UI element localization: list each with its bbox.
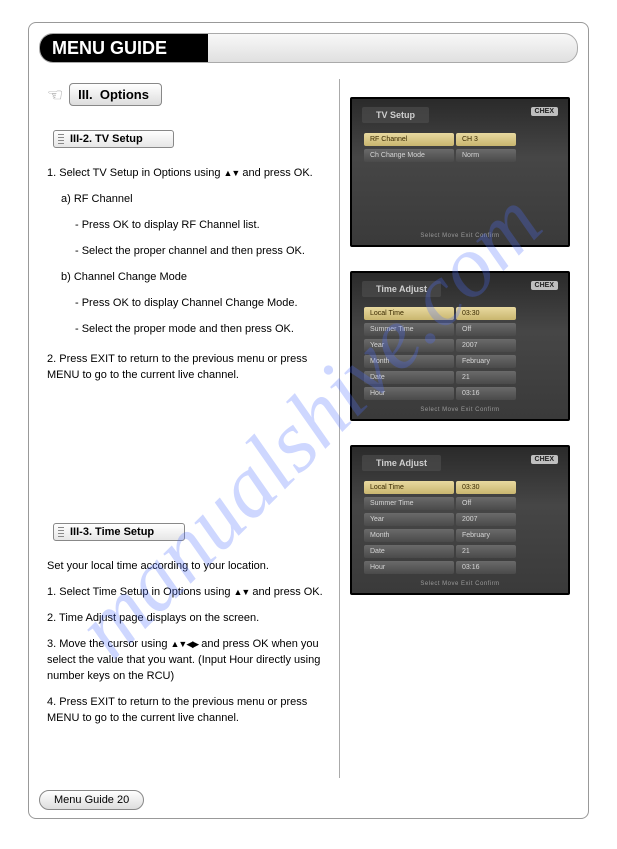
time-intro: Set your local time according to your lo… (47, 559, 329, 575)
osd-hint: Select Move Exit Confirm (352, 233, 568, 239)
item-a-head: a) RF Channel (47, 192, 329, 208)
osd-row-value: February (456, 529, 516, 542)
osd-row-value: 03:30 (456, 307, 516, 320)
page-title: MENU GUIDE (39, 33, 208, 63)
osd-hint: Select Move Exit Confirm (352, 581, 568, 587)
screenshot-time-adjust-2: Time Adjust CHEX Local Time03:30Summer T… (350, 445, 570, 595)
all-arrows-icon: ▲▼◀▶ (171, 639, 199, 649)
osd-row: Date21 (364, 545, 556, 558)
content-area: ☞ III. Options III-2. TV Setup 1. Select… (39, 79, 578, 778)
right-column: TV Setup CHEX RF ChannelCH 3Ch Change Mo… (339, 79, 578, 778)
text: 1. Select TV Setup in Options using (47, 167, 224, 179)
osd-badge: CHEX (531, 281, 558, 290)
osd-row-value: CH 3 (456, 133, 516, 146)
item-b-bullet: - Press OK to display Channel Change Mod… (47, 296, 329, 312)
osd-row: Ch Change ModeNorm (364, 149, 556, 162)
osd-row-value: 21 (456, 545, 516, 558)
section-chip: III. Options (69, 83, 162, 106)
osd-row-label: Ch Change Mode (364, 149, 454, 162)
osd-row-label: Local Time (364, 307, 454, 320)
pointing-hand-icon: ☞ (47, 86, 63, 104)
osd-row-value: 03:16 (456, 561, 516, 574)
osd-row-label: Date (364, 545, 454, 558)
item-b-head: b) Channel Change Mode (47, 270, 329, 286)
subsection-time-setup: III-3. Time Setup (53, 523, 185, 541)
osd-title: Time Adjust (362, 281, 441, 297)
osd-row: Summer TimeOff (364, 497, 556, 510)
osd-row-label: RF Channel (364, 133, 454, 146)
time-step4: 4. Press EXIT to return to the previous … (47, 695, 329, 727)
osd-rows: Local Time03:30Summer TimeOffYear2007Mon… (362, 481, 558, 574)
item-a-bullet: - Press OK to display RF Channel list. (47, 218, 329, 234)
screenshot-tv-setup: TV Setup CHEX RF ChannelCH 3Ch Change Mo… (350, 97, 570, 247)
osd-row: Year2007 (364, 513, 556, 526)
osd-row-label: Summer Time (364, 323, 454, 336)
tv-setup-exit: 2. Press EXIT to return to the previous … (47, 352, 329, 384)
osd-row: MonthFebruary (364, 355, 556, 368)
screenshot-time-adjust-1: Time Adjust CHEX Local Time03:30Summer T… (350, 271, 570, 421)
page-footer: Menu Guide 20 (39, 790, 144, 810)
osd-title: TV Setup (362, 107, 429, 123)
osd-row: Local Time03:30 (364, 481, 556, 494)
updown-arrows-icon: ▲▼ (234, 587, 250, 597)
text: 3. Move the cursor using (47, 638, 171, 650)
osd-row-label: Date (364, 371, 454, 384)
osd-row-label: Month (364, 355, 454, 368)
left-column: ☞ III. Options III-2. TV Setup 1. Select… (39, 79, 339, 778)
osd-row-value: 21 (456, 371, 516, 384)
updown-arrows-icon: ▲▼ (224, 168, 240, 178)
osd-badge: CHEX (531, 455, 558, 464)
osd-row-label: Year (364, 513, 454, 526)
osd-row: MonthFebruary (364, 529, 556, 542)
osd-row-value: 03:30 (456, 481, 516, 494)
text: 1. Select Time Setup in Options using (47, 586, 234, 598)
osd-badge: CHEX (531, 107, 558, 116)
osd-row-label: Summer Time (364, 497, 454, 510)
text: and press OK. (242, 167, 312, 179)
time-setup-body: Set your local time according to your lo… (47, 559, 329, 727)
osd-row-value: 03:16 (456, 387, 516, 400)
osd-row-value: Off (456, 323, 516, 336)
osd-hint: Select Move Exit Confirm (352, 407, 568, 413)
osd-row-label: Hour (364, 561, 454, 574)
page-frame: MENU GUIDE ☞ III. Options III-2. TV Setu… (28, 22, 589, 819)
osd-row: Hour03:16 (364, 387, 556, 400)
osd-row-value: 2007 (456, 339, 516, 352)
time-step2: 2. Time Adjust page displays on the scre… (47, 611, 329, 627)
section-name: Options (100, 87, 149, 102)
osd-row: Summer TimeOff (364, 323, 556, 336)
osd-rows: Local Time03:30Summer TimeOffYear2007Mon… (362, 307, 558, 400)
osd-row-value: February (456, 355, 516, 368)
header-bar: MENU GUIDE (39, 33, 578, 63)
tv-setup-body: 1. Select TV Setup in Options using ▲▼ a… (47, 166, 329, 383)
osd-rows: RF ChannelCH 3Ch Change ModeNorm (362, 133, 558, 162)
osd-row: Date21 (364, 371, 556, 384)
osd-row-value: Off (456, 497, 516, 510)
osd-row-label: Year (364, 339, 454, 352)
osd-row: RF ChannelCH 3 (364, 133, 556, 146)
osd-title: Time Adjust (362, 455, 441, 471)
osd-row-label: Month (364, 529, 454, 542)
osd-row: Hour03:16 (364, 561, 556, 574)
osd-row-label: Local Time (364, 481, 454, 494)
text: and press OK. (252, 586, 322, 598)
section-heading: ☞ III. Options (47, 83, 329, 106)
subsection-tv-setup: III-2. TV Setup (53, 130, 174, 148)
osd-row-value: 2007 (456, 513, 516, 526)
osd-row: Local Time03:30 (364, 307, 556, 320)
osd-row: Year2007 (364, 339, 556, 352)
osd-row-label: Hour (364, 387, 454, 400)
section-roman: III. (78, 87, 92, 102)
item-b-bullet: - Select the proper mode and then press … (47, 322, 329, 338)
osd-row-value: Norm (456, 149, 516, 162)
item-a-bullet: - Select the proper channel and then pre… (47, 244, 329, 260)
